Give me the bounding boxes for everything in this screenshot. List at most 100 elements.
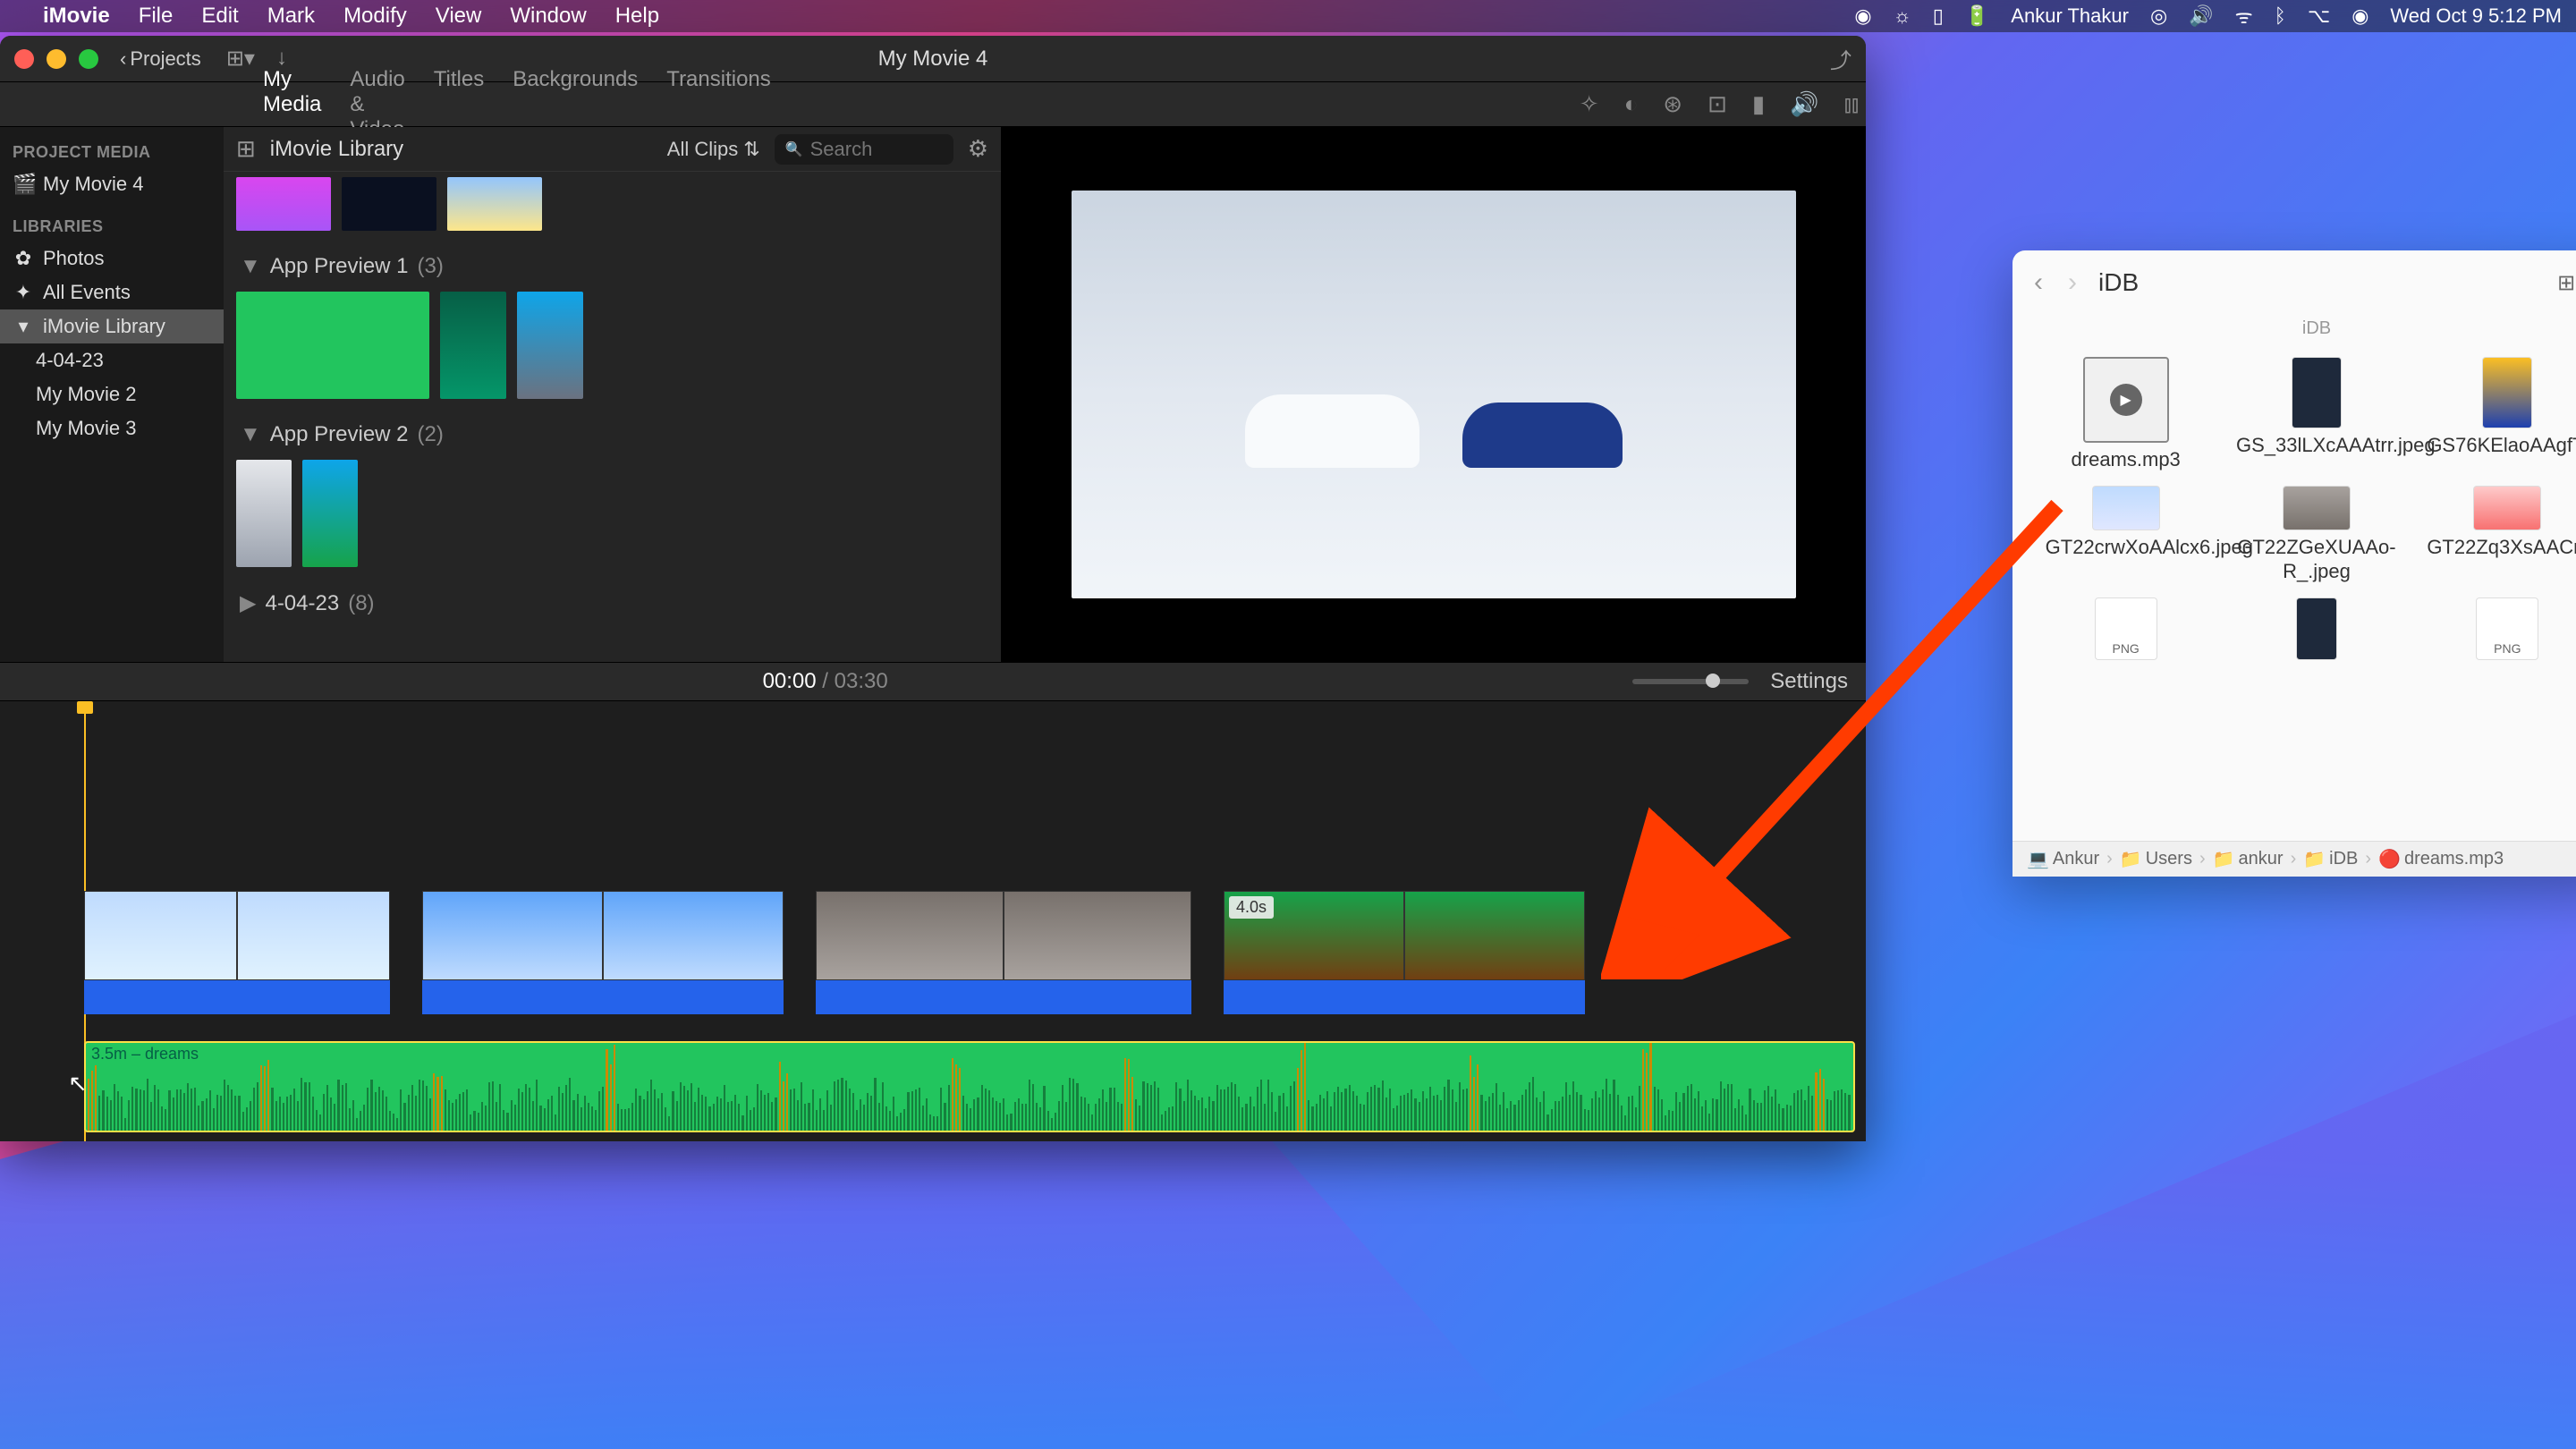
time-display: 00:00 / 03:30 [763, 669, 888, 694]
drag-cursor-icon: ↖ [68, 1070, 88, 1097]
finder-item[interactable]: GS76KElaoAAgfTh.jpeg [2416, 357, 2576, 471]
finder-item[interactable] [2224, 597, 2408, 665]
grid-icon[interactable]: ⊞ [236, 135, 256, 163]
finder-item[interactable]: GT22ZGeXUAAo-R_.jpeg [2224, 486, 2408, 583]
enhance-icon[interactable]: ✧ [1580, 90, 1599, 118]
stabilize-icon[interactable]: ▮ [1752, 90, 1765, 118]
volume-icon[interactable]: 🔊 [2189, 4, 2213, 28]
menu-view[interactable]: View [436, 4, 482, 29]
menu-window[interactable]: Window [510, 4, 586, 29]
clips-filter[interactable]: All Clips ⇅ [667, 138, 760, 161]
sidebar-project[interactable]: 🎬 My Movie 4 [0, 167, 224, 201]
sidebar-library[interactable]: ▾ iMovie Library [0, 309, 224, 343]
media-thumb[interactable] [302, 460, 358, 567]
share-button[interactable]: ⤴ [1830, 43, 1852, 74]
menu-help[interactable]: Help [615, 4, 659, 29]
menu-modify[interactable]: Modify [343, 4, 407, 29]
orbit-icon[interactable]: ◎ [2150, 4, 2167, 28]
path-crumb[interactable]: 📁 ankur [2213, 848, 2284, 870]
timeline[interactable]: 4.0s 3.5m – dreams + ↖ [0, 701, 1866, 1141]
path-crumb[interactable]: 💻 Ankur [2027, 848, 2099, 870]
star-icon: ✦ [13, 281, 34, 304]
timeline-settings[interactable]: Settings [1770, 669, 1848, 694]
timeline-clip-1[interactable] [84, 891, 390, 1014]
media-thumb[interactable] [447, 177, 542, 231]
noise-icon[interactable]: ⫾⫾ [1844, 90, 1860, 119]
finder-back-icon[interactable]: ‹ [2034, 267, 2043, 298]
battery-icon[interactable]: 🔋 [1965, 4, 1989, 28]
finder-item-dreams[interactable]: ▶ dreams.mp3 [2034, 357, 2217, 471]
screenrec-icon[interactable]: ◉ [1854, 4, 1871, 28]
finder-section-heading: iDB [2012, 315, 2576, 350]
media-thumb[interactable] [517, 292, 583, 399]
finder-toolbar[interactable]: ‹ › iDB ⊞ ⇅ [2012, 250, 2576, 315]
user-name[interactable]: Ankur Thakur [2011, 4, 2129, 28]
event-3-label: 4-04-23 [265, 591, 339, 616]
sidebar-photos-label: Photos [43, 247, 105, 270]
finder-view-switcher[interactable]: ⊞ ⇅ [2557, 270, 2576, 296]
brightness-icon[interactable]: ☼ [1894, 4, 1911, 28]
sidebar-event-2[interactable]: My Movie 2 [0, 377, 224, 411]
timeline-clip-2[interactable] [422, 891, 784, 1014]
datetime[interactable]: Wed Oct 9 5:12 PM [2390, 4, 2562, 28]
timeline-clip-4[interactable]: 4.0s [1224, 891, 1585, 1014]
event-header-3[interactable]: ▶ 4-04-23 (8) [236, 578, 988, 629]
time-current: 00:00 [763, 669, 817, 693]
sidebar-heading-libraries: LIBRARIES [0, 212, 224, 242]
finder-item[interactable]: GT22Zq3XsAACnYc.jpeg [2416, 486, 2576, 583]
media-audio-thumb[interactable] [236, 292, 429, 399]
wifi-icon[interactable]: ᯤ [2235, 3, 2253, 30]
siri-icon[interactable]: ◉ [2351, 4, 2368, 28]
media-thumb[interactable] [342, 177, 436, 231]
search-input[interactable] [810, 138, 936, 161]
jpeg-file-icon [2296, 597, 2337, 660]
media-thumb[interactable] [440, 292, 506, 399]
sidebar-event-1[interactable]: 4-04-23 [0, 343, 224, 377]
control-center-icon[interactable]: ⌥ [2308, 4, 2330, 28]
disclosure-icon: ▼ [240, 254, 261, 279]
tabs-row: My Media Audio & Video Titles Background… [0, 82, 1866, 127]
path-crumb[interactable]: 📁 Users [2120, 848, 2192, 870]
preview-image[interactable] [1072, 191, 1796, 598]
media-thumb[interactable] [236, 460, 292, 567]
sidebar-heading-project: PROJECT MEDIA [0, 138, 224, 167]
sidebar-photos[interactable]: ✿ Photos [0, 242, 224, 275]
media-thumb[interactable] [236, 177, 331, 231]
sidebar-all-events[interactable]: ✦ All Events [0, 275, 224, 309]
time-duration: 03:30 [835, 669, 888, 693]
crop-icon[interactable]: ⊡ [1707, 90, 1727, 118]
event-header-1[interactable]: ▼ App Preview 1 (3) [236, 242, 988, 292]
finder-path-bar[interactable]: 💻 Ankur› 📁 Users› 📁 ankur› 📁 iDB› 🔴 drea… [2012, 841, 2576, 877]
gear-icon[interactable]: ⚙ [968, 135, 988, 163]
sidebar-event-1-label: 4-04-23 [36, 349, 104, 372]
color-correction-icon[interactable]: ⊛ [1663, 90, 1682, 118]
menu-edit[interactable]: Edit [201, 4, 238, 29]
finder-item[interactable] [2416, 597, 2576, 665]
menu-mark[interactable]: Mark [267, 4, 315, 29]
phone-icon[interactable]: ▯ [1933, 4, 1944, 28]
menu-file[interactable]: File [139, 4, 174, 29]
event-header-2[interactable]: ▼ App Preview 2 (2) [236, 410, 988, 460]
color-balance-icon[interactable]: ◐ [1624, 90, 1639, 118]
jpeg-file-icon [2292, 357, 2342, 428]
sidebar-event-3[interactable]: My Movie 3 [0, 411, 224, 445]
bluetooth-icon[interactable]: ᛒ [2275, 4, 2286, 28]
app-menu[interactable]: iMovie [43, 4, 110, 29]
clapperboard-icon: 🎬 [13, 173, 34, 196]
chevron-down-icon: ▾ [13, 315, 34, 338]
path-crumb[interactable]: 📁 iDB [2303, 848, 2358, 870]
finder-forward-icon[interactable]: › [2068, 267, 2077, 298]
finder-item-label: GS76KElaoAAgfTh.jpeg [2427, 434, 2576, 457]
finder-item[interactable]: GT22crwXoAAlcx6.jpeg [2034, 486, 2217, 583]
zoom-slider[interactable] [1632, 679, 1749, 684]
media-search[interactable]: 🔍 [775, 134, 953, 165]
finder-title: iDB [2098, 268, 2139, 297]
jpeg-file-icon [2092, 486, 2160, 530]
timeline-clip-3[interactable] [816, 891, 1191, 1014]
volume-icon[interactable]: 🔊 [1790, 90, 1818, 118]
finder-item[interactable] [2034, 597, 2217, 665]
path-crumb[interactable]: 🔴 dreams.mp3 [2378, 848, 2504, 870]
audio-track[interactable]: 3.5m – dreams [84, 1041, 1855, 1132]
finder-item[interactable]: GS_33lLXcAAAtrr.jpeg [2224, 357, 2408, 471]
event-2-label: App Preview 2 [270, 422, 409, 447]
